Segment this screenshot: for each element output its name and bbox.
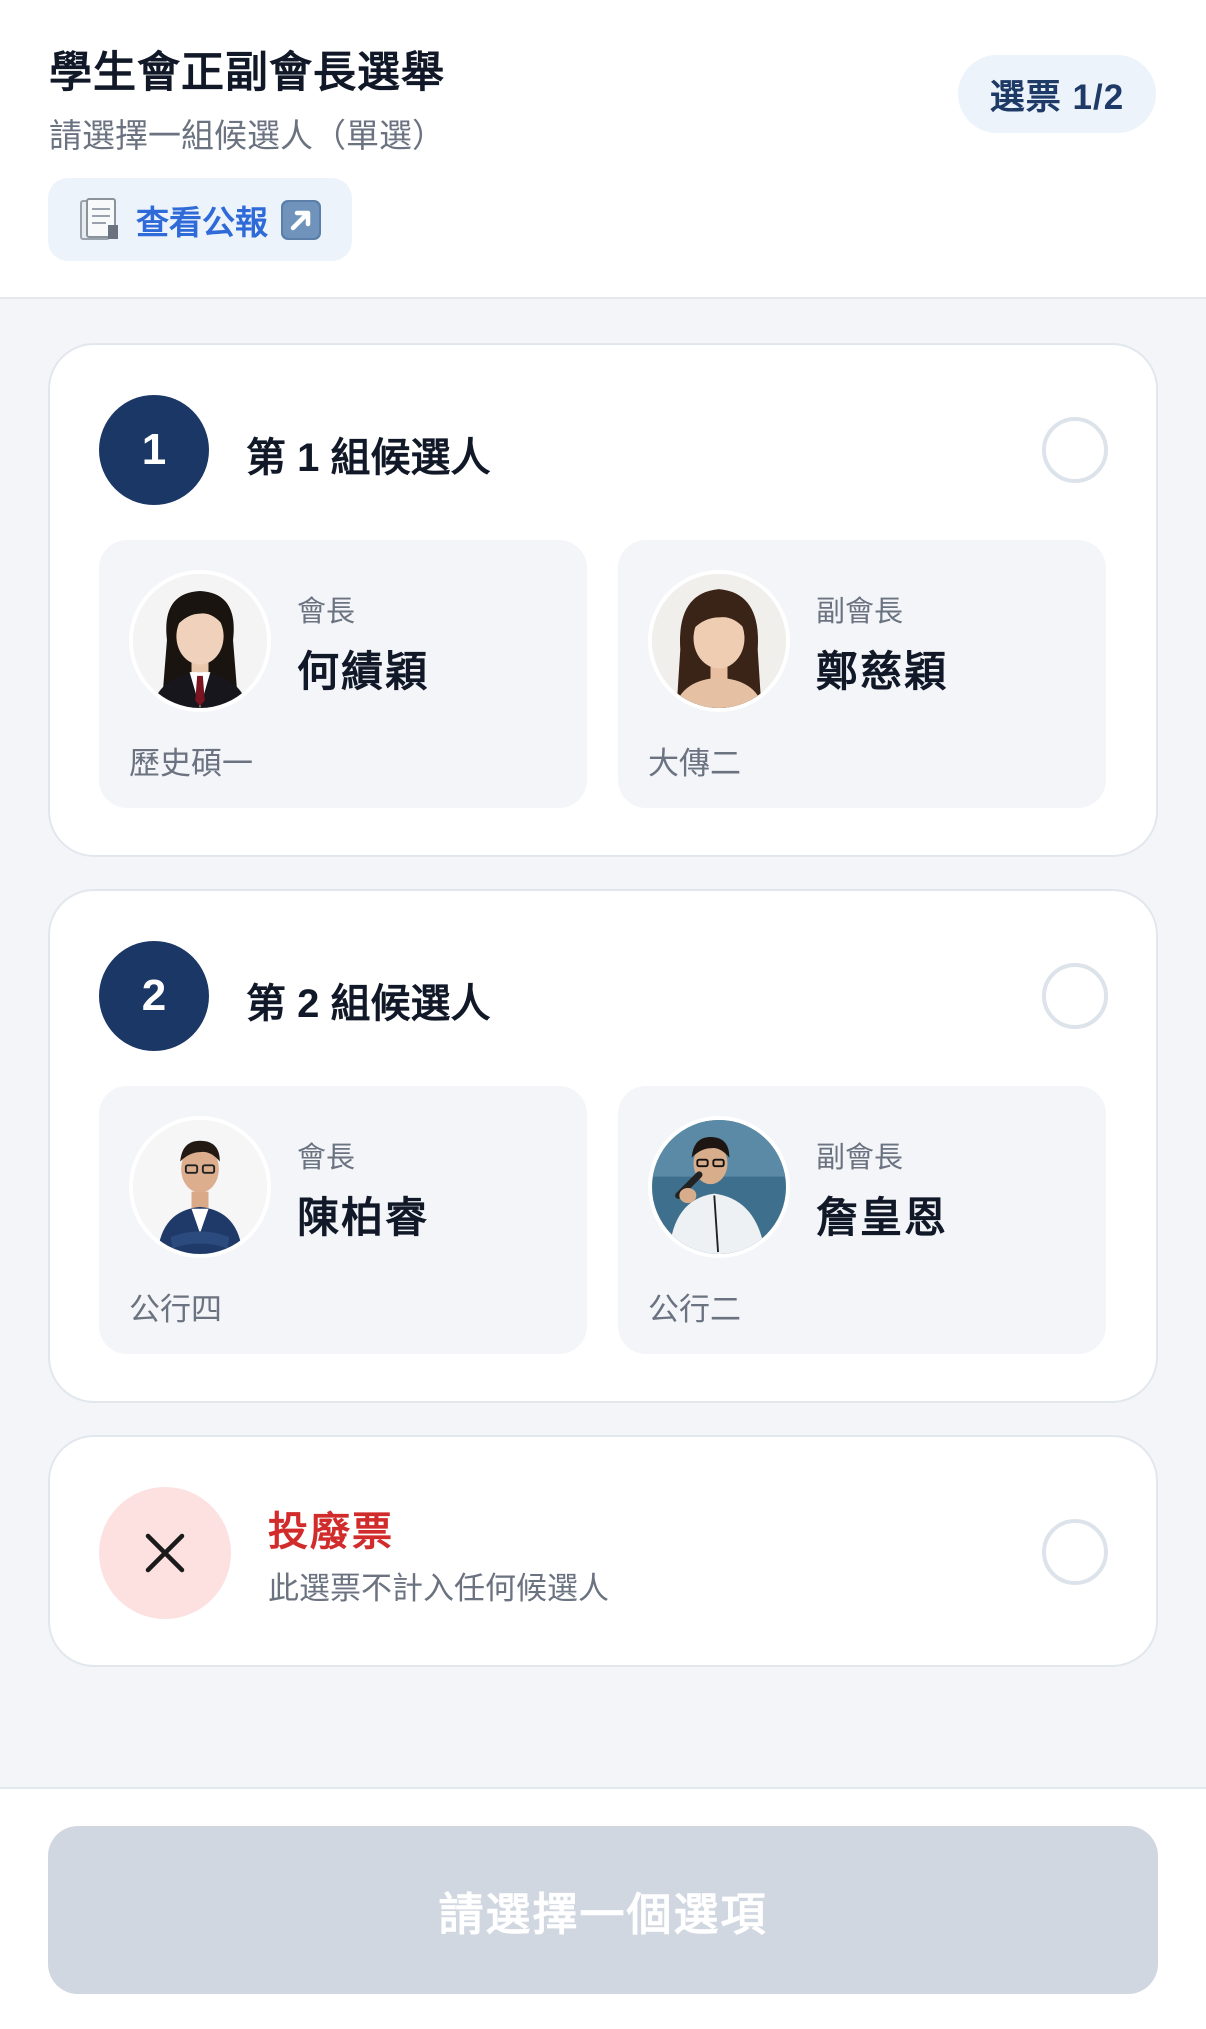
group-number-badge: 1 [99, 395, 209, 505]
avatar [648, 570, 790, 712]
group-1-radio[interactable] [1042, 417, 1108, 483]
group-2-radio[interactable] [1042, 963, 1108, 1029]
page-title: 學生會正副會長選舉 [49, 49, 445, 97]
avatar [648, 1116, 790, 1258]
invalid-vote-badge [99, 1487, 231, 1619]
candidate-name: 鄭慈穎 [816, 648, 949, 695]
external-link-icon [281, 199, 321, 240]
candidate-department: 歷史碩一 [129, 746, 253, 781]
candidate-department: 公行四 [129, 1292, 222, 1327]
candidate-card-president: 會長 陳柏睿 公行四 [99, 1086, 587, 1354]
invalid-vote-card[interactable]: 投廢票 此選票不計入任何候選人 [48, 1435, 1158, 1667]
page-subtitle: 請選擇一組候選人（單選） [49, 117, 445, 154]
group-title: 第 2 組候選人 [246, 982, 491, 1026]
invalid-vote-description: 此選票不計入任何候選人 [268, 1571, 609, 1606]
close-icon [145, 1533, 185, 1573]
view-bulletin-button[interactable]: 查看公報 [48, 178, 352, 261]
candidate-group-1-card[interactable]: 1 第 1 組候選人 會長 何績穎 歷史碩一 副會長 鄭慈穎 大傳二 [48, 343, 1158, 857]
document-icon [80, 197, 118, 240]
candidate-card-vice-president: 副會長 詹皇恩 公行二 [618, 1086, 1106, 1354]
header: 學生會正副會長選舉 請選擇一組候選人（單選） 查看公報 選票 1/2 [0, 0, 1206, 299]
candidate-card-vice-president: 副會長 鄭慈穎 大傳二 [618, 540, 1106, 808]
avatar [129, 570, 271, 712]
candidate-name: 何績穎 [297, 648, 430, 695]
candidate-card-president: 會長 何績穎 歷史碩一 [99, 540, 587, 808]
avatar [129, 1116, 271, 1258]
candidate-name: 詹皇恩 [816, 1194, 949, 1241]
invalid-vote-title: 投廢票 [268, 1510, 394, 1554]
group-number-badge: 2 [99, 941, 209, 1051]
candidate-group-2-card[interactable]: 2 第 2 組候選人 會長 陳柏睿 公行四 副會長 詹皇恩 公行二 [48, 889, 1158, 1403]
candidate-department: 大傳二 [648, 746, 741, 781]
group-title: 第 1 組候選人 [246, 436, 491, 480]
footer: 請選擇一個選項 [0, 1787, 1206, 2029]
candidate-role: 會長 [297, 1142, 356, 1174]
candidate-department: 公行二 [648, 1292, 741, 1327]
candidate-role: 副會長 [816, 596, 904, 628]
invalid-vote-radio[interactable] [1042, 1519, 1108, 1585]
ballot-progress-badge: 選票 1/2 [958, 55, 1156, 133]
candidate-role: 會長 [297, 596, 356, 628]
candidate-name: 陳柏睿 [297, 1194, 430, 1241]
candidate-role: 副會長 [816, 1142, 904, 1174]
submit-button[interactable]: 請選擇一個選項 [48, 1826, 1158, 1994]
view-bulletin-label: 查看公報 [136, 203, 268, 241]
